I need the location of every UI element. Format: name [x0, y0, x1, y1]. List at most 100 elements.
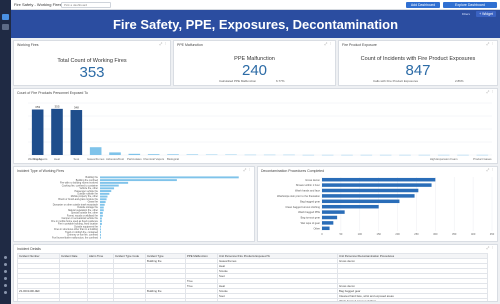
table-cell: [217, 298, 338, 301]
table-cell: Wash bagged turnout clothing: [337, 298, 488, 301]
bar-incident-type: [100, 201, 106, 203]
kpi-sub-label: Calculated PPE Malfunction: [219, 79, 257, 83]
bar-incident-type: [100, 190, 112, 193]
tick-label: Product Gases: [473, 157, 492, 161]
bar-decon: [322, 199, 400, 204]
tick-label: 450: [490, 232, 495, 236]
search-icon[interactable]: [4, 256, 7, 259]
kpi-sub-value: 6.77%: [276, 79, 285, 83]
bar-incident-type: [100, 198, 107, 201]
category-label: Wash/wipe skin prior to the firestation: [277, 194, 321, 198]
bar-decon: [322, 204, 379, 209]
decon-chart-panel: Decontamination Procedures Completed ⤢ ⋮…: [257, 166, 498, 242]
bar-incident-type: [100, 228, 101, 231]
tick-label: Welding Agents: [28, 157, 48, 161]
bar-radiation: [186, 154, 199, 155]
bar-gases-fumes: [89, 147, 102, 155]
bar-incident-type: [100, 209, 104, 212]
kpi-sub-label: Calls with Fire Product Exposures: [373, 79, 419, 83]
table-cell: [145, 298, 186, 301]
decon-bar-chart: 0 50 100 150 200 250 300 350 400 450 Gross deconSh…: [277, 177, 495, 236]
tick-label: 250: [414, 232, 419, 236]
bar-biological: [167, 154, 179, 155]
bar-incident-type: [100, 206, 104, 209]
category-label: Bag bagged gear: [300, 199, 320, 203]
bar-decon: [322, 188, 419, 193]
bar-incident-type: [100, 231, 101, 234]
bar-incident-type: [100, 214, 103, 217]
kpi-ppe-malfunction: PPE Malfunction ⤢ ⋮ PPE Malfunction 240 …: [173, 40, 336, 86]
panel-menu-icon[interactable]: ⤢ ⋮: [324, 42, 332, 46]
tick-label: 100: [358, 232, 363, 236]
bar-incident-type: [100, 212, 103, 214]
panel-menu-icon[interactable]: ⤢ ⋮: [486, 42, 494, 46]
tick-label: Gases/Fumes: [87, 157, 105, 161]
bell-icon[interactable]: [4, 270, 7, 273]
add-widget-button[interactable]: + Widget: [476, 11, 496, 17]
kpi-value: 847: [405, 62, 431, 79]
kpi-value: 353: [79, 64, 105, 81]
bar-incident-type: [100, 203, 105, 206]
bar-decon: [322, 210, 345, 214]
panel-title: Working Fires: [17, 43, 39, 47]
tick-label: 350: [452, 232, 457, 236]
panel-menu-icon[interactable]: ⤢ ⋮: [243, 168, 251, 172]
panel-menu-icon[interactable]: ⤢ ⋮: [486, 246, 494, 250]
data-label: 353: [35, 105, 40, 109]
bar-incident-type: [100, 233, 101, 236]
link-icon[interactable]: [4, 263, 7, 266]
bar-chemical-vapors: [147, 154, 160, 155]
bar-incident-type: [100, 192, 110, 195]
help-icon[interactable]: [4, 284, 7, 287]
table-row[interactable]: Wash bagged turnout clothing: [17, 298, 488, 301]
tick-label: 0: [321, 232, 323, 236]
user-avatar-icon[interactable]: [4, 291, 7, 294]
chart-title: Incident Type of Working Fires: [17, 169, 65, 173]
bar-decon: [322, 183, 432, 187]
category-label: Gross decon: [305, 178, 320, 182]
dashboard-tab-title[interactable]: Fire Safety - Working Fires: [14, 2, 62, 7]
dashboard-title: Fire Safety, PPE, Exposures, Decontamina…: [112, 17, 399, 32]
filters-toggle[interactable]: Filters: [462, 12, 470, 16]
table-cell: [185, 298, 218, 301]
tick-label: Particulates: [127, 157, 142, 161]
table-cell: [59, 298, 88, 301]
tick-label: Soot: [73, 157, 79, 161]
category-label: Other: [314, 226, 321, 230]
dashboard-icon[interactable]: [2, 14, 9, 20]
bar-smoke: [31, 109, 44, 155]
category-label: Bag turnout gear: [301, 216, 320, 220]
panel-menu-icon[interactable]: ⤢ ⋮: [486, 168, 494, 172]
dashboard-banner: Fire Safety, PPE, Exposures, Decontamina…: [11, 10, 500, 38]
top-bar: Fire Safety - Working Fires Pick a dashb…: [11, 0, 500, 10]
bar-incident-type: [100, 222, 102, 225]
tick-label: Biological: [167, 157, 179, 161]
tick-label: 50: [339, 232, 342, 236]
bar-incident-type: [100, 176, 239, 179]
panel-menu-icon[interactable]: ⤢ ⋮: [159, 42, 167, 46]
bar-incident-type: [100, 179, 177, 182]
bar-decon: [322, 177, 436, 182]
dashboard-picker[interactable]: Pick a dashboard: [61, 2, 111, 8]
chart-title: Decontamination Procedures Completed: [261, 169, 325, 173]
grid-icon[interactable]: [2, 24, 9, 30]
tick-label: High-Expansion Foam: [430, 157, 458, 161]
bar-incident-type: [100, 187, 115, 190]
tick-label: Asbestos/Dust: [106, 157, 124, 161]
incident-details-panel: Incident Details ⤢ ⋮ Incident Number Inci…: [13, 244, 498, 302]
table-title: Incident Details: [17, 247, 41, 251]
exposure-bar-chart: 353 355 348Smoke Heat Soot Gases/Fumes Asbesto…: [28, 102, 492, 161]
add-dashboard-button[interactable]: Add Dashboard: [406, 2, 440, 8]
bar-decon: [322, 221, 334, 225]
panel-menu-icon[interactable]: ⤢ ⋮: [486, 90, 494, 94]
explore-dashboard-button[interactable]: Explore Dashboard: [443, 2, 497, 8]
bar-soot: [70, 110, 83, 155]
settings-icon[interactable]: [4, 277, 7, 280]
incident-type-bar-chart: Building fireBuilding fire confinedFire …: [51, 176, 239, 239]
kpi-sub-value: 2.86%: [455, 79, 464, 83]
category-label: Wash hands and face: [295, 189, 321, 193]
bar-heat: [51, 108, 63, 155]
bar-incident-type: [100, 184, 119, 187]
kpi-working-fires: Working Fires ⤢ ⋮ Total Count of Working…: [13, 40, 171, 86]
category-label: Shower within 1 hour: [296, 183, 320, 187]
